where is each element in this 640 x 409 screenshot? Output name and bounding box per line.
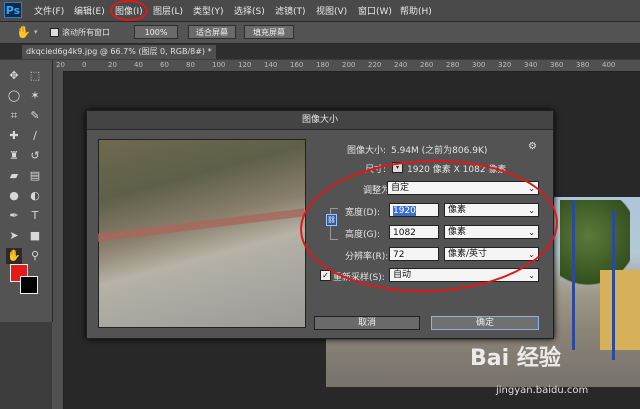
scroll-all-label: 滚动所有窗口 (62, 28, 110, 37)
ok-button[interactable]: 确定 (431, 316, 539, 330)
ruler-tick: 20 (56, 61, 65, 69)
gradient-icon[interactable]: ▤ (27, 168, 43, 184)
gear-icon[interactable]: ⚙ (528, 141, 537, 152)
ruler-tick: 0 (82, 61, 87, 69)
menu-help[interactable]: 帮助(H) (400, 4, 432, 17)
hand-tool-icon[interactable]: ✋ (6, 248, 22, 264)
horizontal-ruler: 20 0 20 40 60 80 100 120 140 160 180 200… (52, 60, 640, 72)
ruler-tick: 340 (524, 61, 538, 69)
resample-checkbox[interactable]: ✓ (320, 270, 331, 281)
dodge-icon[interactable]: ◐ (27, 188, 43, 204)
ruler-tick: 100 (212, 61, 226, 69)
chevron-down-icon[interactable]: ▾ (34, 28, 38, 36)
ruler-tick: 240 (394, 61, 408, 69)
document-tab[interactable]: dkqcied6g4k9.jpg @ 66.7% (图层 0, RGB/8#) … (22, 45, 216, 59)
blur-icon[interactable]: ● (6, 188, 22, 204)
dialog-title[interactable]: 图像大小 (87, 111, 553, 130)
background-color-swatch[interactable] (20, 276, 38, 294)
menu-filter[interactable]: 滤镜(T) (275, 4, 306, 17)
ruler-tick: 60 (160, 61, 169, 69)
ruler-tick: 220 (368, 61, 382, 69)
ruler-tick: 360 (550, 61, 564, 69)
image-size-value: 5.94M (之前为806.9K) (391, 146, 488, 156)
ruler-tick: 140 (264, 61, 278, 69)
fit-screen-button[interactable]: 适合屏幕 (188, 25, 236, 39)
eyedropper-icon[interactable]: ✎ (27, 108, 43, 124)
ruler-tick: 300 (472, 61, 486, 69)
ruler-tick: 320 (498, 61, 512, 69)
cancel-button[interactable]: 取消 (314, 316, 420, 330)
healing-brush-icon[interactable]: ✚ (6, 128, 22, 144)
ruler-tick: 280 (446, 61, 460, 69)
scroll-all-checkbox[interactable] (50, 28, 59, 37)
zoom-tool-icon[interactable]: ⚲ (27, 248, 43, 264)
history-brush-icon[interactable]: ↺ (27, 148, 43, 164)
baidu-watermark: Bai 经验 (470, 346, 561, 371)
ruler-tick: 180 (316, 61, 330, 69)
ruler-tick: 160 (290, 61, 304, 69)
pen-tool-icon[interactable]: ✒ (6, 208, 22, 224)
photo-lamp-post (612, 210, 615, 360)
vertical-ruler (52, 71, 64, 409)
menu-file[interactable]: 文件(F) (34, 4, 64, 17)
image-size-label: 图像大小: (347, 146, 387, 156)
menu-type[interactable]: 类型(Y) (193, 4, 224, 17)
photoshop-logo: Ps (4, 2, 22, 18)
menu-edit[interactable]: 编辑(E) (74, 4, 105, 17)
annotation-circle (110, 0, 148, 21)
chevron-down-icon: ⌄ (528, 271, 535, 280)
photo-building (600, 270, 640, 350)
ruler-tick: 380 (576, 61, 590, 69)
menu-select[interactable]: 选择(S) (234, 4, 265, 17)
zoom-100-button[interactable]: 100% (134, 25, 178, 39)
clone-stamp-icon[interactable]: ♜ (6, 148, 22, 164)
hand-tool-icon[interactable]: ✋ (16, 25, 31, 39)
menu-bar: Ps 文件(F) 编辑(E) 图像(I) 图层(L) 类型(Y) 选择(S) 滤… (0, 0, 640, 22)
ruler-tick: 40 (134, 61, 143, 69)
ruler-tick: 400 (602, 61, 616, 69)
menu-layer[interactable]: 图层(L) (153, 4, 183, 17)
path-selection-icon[interactable]: ➤ (6, 228, 22, 244)
eraser-icon[interactable]: ▰ (6, 168, 22, 184)
marquee-tool-icon[interactable]: ⬚ (27, 68, 43, 84)
lasso-tool-icon[interactable]: ◯ (6, 88, 22, 104)
move-tool-icon[interactable]: ✥ (6, 68, 22, 84)
menu-view[interactable]: 视图(V) (316, 4, 347, 17)
ruler-tick: 200 (342, 61, 356, 69)
photo-lamp-post (572, 200, 575, 350)
brush-tool-icon[interactable]: ∕ (27, 128, 43, 144)
options-bar: ✋ ▾ 滚动所有窗口 100% 适合屏幕 填充屏幕 (0, 22, 640, 44)
watermark-url: jingyan.baidu.com (496, 385, 589, 396)
shape-tool-icon[interactable]: ■ (27, 228, 43, 244)
crop-tool-icon[interactable]: ⌗ (6, 108, 22, 124)
ruler-tick: 80 (186, 61, 195, 69)
ruler-tick: 260 (420, 61, 434, 69)
ruler-tick: 120 (238, 61, 252, 69)
magic-wand-icon[interactable]: ✶ (27, 88, 43, 104)
type-tool-icon[interactable]: T (27, 208, 43, 224)
ruler-tick: 20 (108, 61, 117, 69)
menu-window[interactable]: 窗口(W) (358, 4, 392, 17)
fill-screen-button[interactable]: 填充屏幕 (244, 25, 294, 39)
